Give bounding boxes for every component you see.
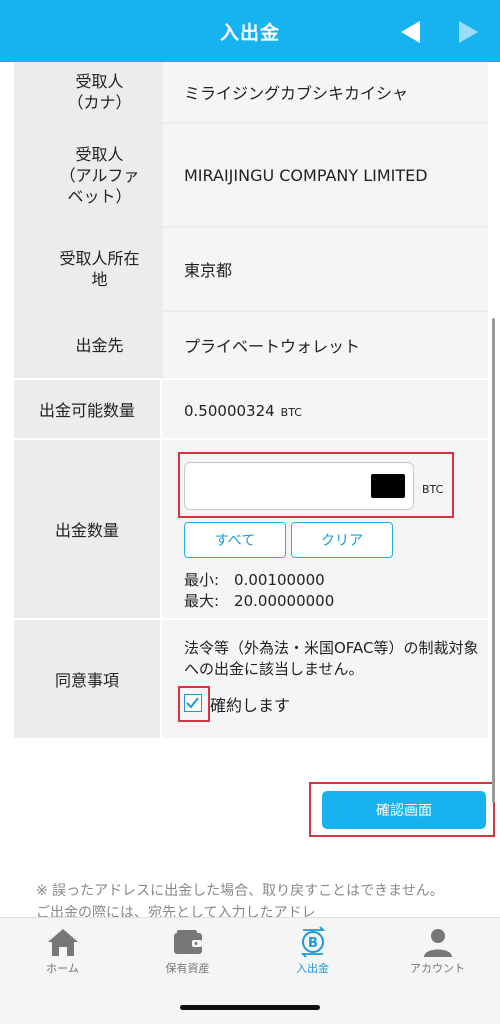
forward-arrow-icon[interactable] (455, 19, 481, 45)
available-amount-label: 出金可能数量 (14, 380, 160, 438)
clear-button[interactable]: クリア (291, 522, 393, 558)
agreement-text: 法令等（外為法・米国OFAC等）の制裁対象への出金に該当しません。 (184, 639, 479, 678)
all-button[interactable]: すべて (184, 522, 286, 558)
agreement-label: 同意事項 (14, 620, 160, 738)
available-amount-row: 出金可能数量 0.50000324 BTC (14, 380, 488, 438)
agreement-cell: 法令等（外為法・米国OFAC等）の制裁対象への出金に該当しません。 確約します (162, 620, 488, 738)
tab-home[interactable]: ホーム (0, 926, 125, 986)
available-amount-cell: 0.50000324 BTC (162, 380, 488, 438)
account-icon (423, 929, 452, 957)
tab-account-label: アカウント (410, 962, 465, 975)
recipient-info-block: 受取人 （カナ） ミライジングカブシキカイシャ 受取人 （アルファ ベット） M… (14, 62, 488, 378)
destination-value: プライベートウォレット (163, 312, 488, 378)
available-amount-unit: BTC (280, 406, 302, 419)
home-icon (47, 929, 78, 956)
tab-account[interactable]: アカウント (375, 926, 500, 986)
tab-home-label: ホーム (46, 962, 79, 975)
svg-text:B: B (308, 936, 318, 951)
annotation-highlight-box (178, 452, 454, 518)
agreement-row: 同意事項 法令等（外為法・米国OFAC等）の制裁対象への出金に該当しません。 確… (14, 620, 488, 738)
recipient-address-value: 東京都 (163, 228, 488, 310)
wallet-icon (173, 930, 202, 954)
tab-deposit-withdraw[interactable]: B 入出金 (250, 926, 375, 986)
min-amount: 最小: 0.00100000 (184, 571, 325, 589)
withdrawal-amount-cell: BTC すべて クリア 最小: 0.00100000 最大: 20.000000… (162, 440, 488, 618)
withdrawal-amount-label: 出金数量 (14, 440, 160, 618)
recipient-address-row: 受取人所在 地 東京都 (38, 228, 488, 310)
tab-assets-label: 保有資産 (165, 962, 210, 975)
annotation-highlight-box (309, 782, 495, 837)
recipient-alphabet-value: MIRAIJINGU COMPANY LIMITED (163, 124, 488, 226)
app-header: 入出金 (0, 0, 500, 62)
recipient-alphabet-label: 受取人 （アルファ ベット） (38, 124, 161, 226)
back-arrow-icon[interactable] (398, 19, 424, 45)
withdrawal-screen: 入出金 受取人 （カナ） ミライジングカブシキカイシャ 受取人 （アルファ ベッ… (0, 0, 500, 1024)
recipient-kana-row: 受取人 （カナ） ミライジングカブシキカイシャ (38, 62, 488, 122)
tab-assets[interactable]: 保有資産 (125, 926, 250, 986)
destination-row: 出金先 プライベートウォレット (38, 312, 488, 378)
scrollbar[interactable] (492, 318, 495, 803)
available-amount: 0.50000324 BTC (184, 402, 302, 420)
destination-label: 出金先 (38, 312, 161, 378)
recipient-address-label: 受取人所在 地 (38, 228, 161, 310)
withdrawal-amount-row: 出金数量 BTC すべて クリア 最小: 0.00100000 最大: 20.0… (14, 440, 488, 618)
recipient-kana-value: ミライジングカブシキカイシャ (163, 62, 488, 122)
recipient-kana-label: 受取人 （カナ） (38, 62, 161, 122)
page-title: 入出金 (219, 21, 280, 44)
recipient-alphabet-row: 受取人 （アルファ ベット） MIRAIJINGU COMPANY LIMITE… (38, 124, 488, 226)
max-amount: 最大: 20.00000000 (184, 592, 335, 610)
home-indicator (180, 1005, 320, 1010)
annotation-highlight-box (178, 686, 210, 722)
agreement-checkbox-label[interactable]: 確約します (210, 692, 290, 716)
bitcoin-transfer-icon: B (300, 926, 325, 958)
tab-deposit-withdraw-label: 入出金 (296, 962, 329, 975)
available-amount-value: 0.50000324 (184, 402, 275, 420)
